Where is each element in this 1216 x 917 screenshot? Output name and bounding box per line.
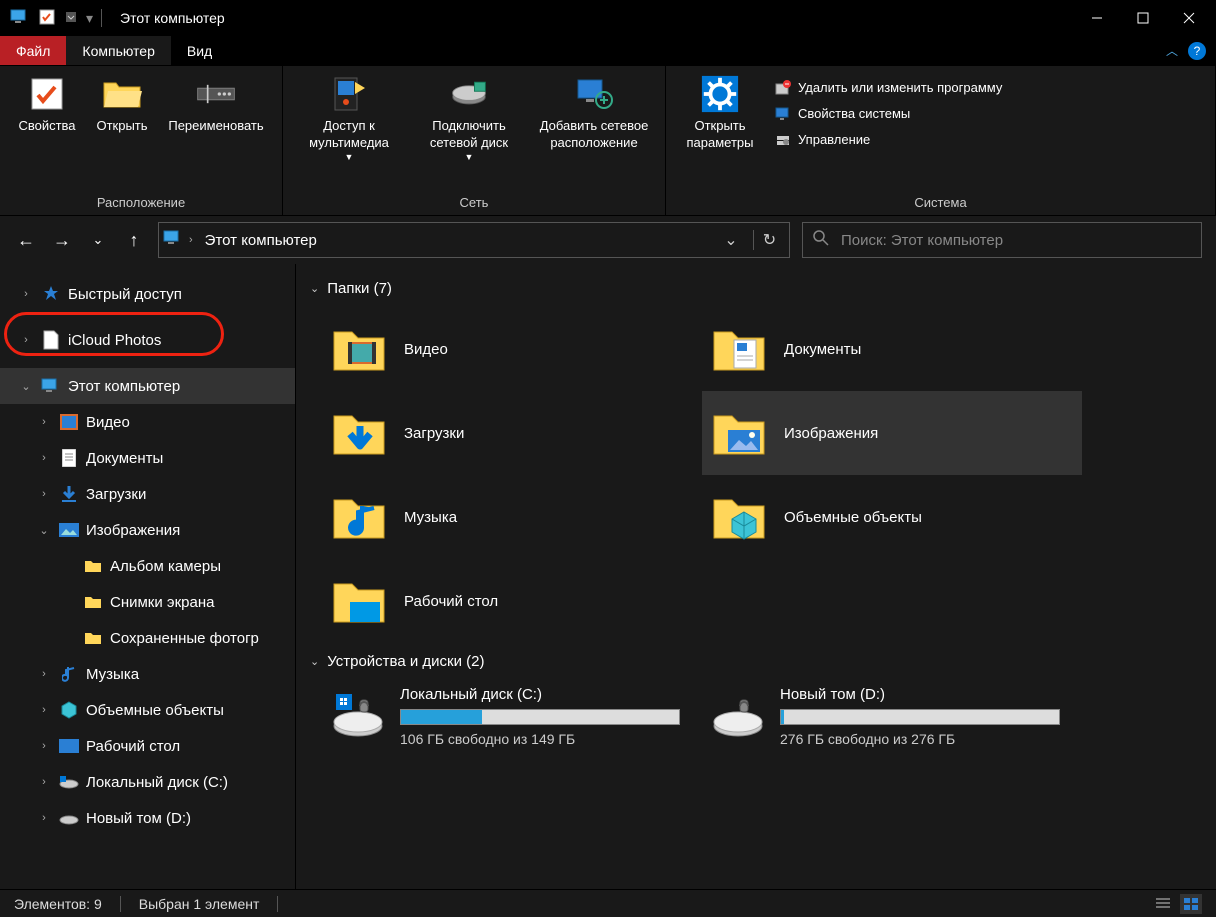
view-large-icons-icon[interactable] bbox=[1180, 894, 1202, 914]
back-button[interactable]: ← bbox=[14, 224, 38, 256]
folder-icon bbox=[82, 627, 104, 649]
status-selected: Выбран 1 элемент bbox=[139, 896, 260, 912]
media-access-button[interactable]: Доступ к мультимедиа▼ bbox=[289, 70, 409, 167]
section-drives[interactable]: ⌄ Устройства и диски (2) bbox=[302, 647, 1210, 676]
status-item-count: Элементов: 9 bbox=[14, 896, 102, 912]
music-icon bbox=[58, 663, 80, 685]
address-bar[interactable]: › Этот компьютер ⌄ ↻ bbox=[158, 222, 790, 258]
search-placeholder: Поиск: Этот компьютер bbox=[841, 232, 1003, 249]
document-icon bbox=[58, 447, 80, 469]
qat-dropdown-icon[interactable] bbox=[64, 10, 78, 27]
tree-3d-objects[interactable]: ›Объемные объекты bbox=[0, 692, 295, 728]
star-icon bbox=[40, 283, 62, 305]
group-system-label: Система bbox=[672, 192, 1209, 213]
view-details-icon[interactable] bbox=[1152, 894, 1174, 914]
open-settings-button[interactable]: Открыть параметры bbox=[672, 70, 768, 156]
drive-d-capacity-bar bbox=[780, 709, 1060, 725]
folder-3d-objects[interactable]: Объемные объекты bbox=[702, 475, 1082, 559]
tab-file[interactable]: Файл bbox=[0, 36, 66, 65]
tree-pictures[interactable]: ⌄Изображения bbox=[0, 512, 295, 548]
drive-d[interactable]: Новый том (D:) 276 ГБ свободно из 276 ГБ bbox=[702, 680, 1082, 753]
chevron-down-icon: ⌄ bbox=[310, 282, 319, 295]
tab-computer[interactable]: Компьютер bbox=[66, 36, 170, 65]
cube-icon bbox=[58, 699, 80, 721]
breadcrumb[interactable]: Этот компьютер bbox=[199, 228, 323, 253]
help-icon[interactable]: ? bbox=[1188, 42, 1206, 60]
drive-icon bbox=[58, 807, 80, 829]
tree-d-drive[interactable]: ›Новый том (D:) bbox=[0, 800, 295, 836]
up-button[interactable]: ↑ bbox=[122, 224, 146, 256]
drive-c-capacity-bar bbox=[400, 709, 680, 725]
tab-view[interactable]: Вид bbox=[171, 36, 228, 65]
map-drive-button[interactable]: Подключить сетевой диск▼ bbox=[409, 70, 529, 167]
properties-button[interactable]: Свойства bbox=[6, 70, 88, 139]
open-button[interactable]: Открыть bbox=[88, 70, 156, 139]
tree-screenshots[interactable]: Снимки экрана bbox=[0, 584, 295, 620]
desktop-icon bbox=[58, 735, 80, 757]
folder-downloads[interactable]: Загрузки bbox=[322, 391, 702, 475]
pc-icon bbox=[40, 375, 62, 397]
navigation-tree[interactable]: › Быстрый доступ › iCloud Photos ⌄ Этот … bbox=[0, 264, 296, 889]
tree-this-pc[interactable]: ⌄ Этот компьютер bbox=[0, 368, 295, 404]
rename-button[interactable]: Переименовать bbox=[156, 70, 276, 139]
navigation-bar: ← → ⌄ ↑ › Этот компьютер ⌄ ↻ Поиск: Этот… bbox=[0, 216, 1216, 264]
address-dropdown-icon[interactable]: ⌄ bbox=[715, 230, 747, 250]
folder-icon bbox=[82, 591, 104, 613]
file-icon bbox=[40, 329, 62, 351]
add-network-location-button[interactable]: Добавить сетевое расположение bbox=[529, 70, 659, 156]
search-icon bbox=[813, 230, 829, 250]
close-button[interactable] bbox=[1166, 2, 1212, 34]
group-network-label: Сеть bbox=[289, 192, 659, 213]
folder-pictures[interactable]: Изображения bbox=[702, 391, 1082, 475]
tree-downloads[interactable]: ›Загрузки bbox=[0, 476, 295, 512]
pictures-icon bbox=[58, 519, 80, 541]
folder-documents[interactable]: Документы bbox=[702, 307, 1082, 391]
folder-music[interactable]: Музыка bbox=[322, 475, 702, 559]
pc-icon bbox=[163, 230, 183, 251]
video-icon bbox=[58, 411, 80, 433]
maximize-button[interactable] bbox=[1120, 2, 1166, 34]
tree-quick-access[interactable]: › Быстрый доступ bbox=[0, 276, 295, 312]
title-bar: ▾ Этот компьютер bbox=[0, 0, 1216, 36]
drive-icon bbox=[58, 771, 80, 793]
folder-desktop[interactable]: Рабочий стол bbox=[322, 559, 702, 643]
tree-music[interactable]: ›Музыка bbox=[0, 656, 295, 692]
tree-saved-pictures[interactable]: Сохраненные фотогр bbox=[0, 620, 295, 656]
search-input[interactable]: Поиск: Этот компьютер bbox=[802, 222, 1202, 258]
tree-camera-roll[interactable]: Альбом камеры bbox=[0, 548, 295, 584]
system-properties-button[interactable]: Свойства системы bbox=[768, 102, 1008, 126]
manage-button[interactable]: Управление bbox=[768, 128, 1008, 152]
chevron-down-icon: ⌄ bbox=[310, 655, 319, 668]
recent-dropdown[interactable]: ⌄ bbox=[86, 224, 110, 256]
pc-icon bbox=[10, 9, 30, 28]
group-location-label: Расположение bbox=[6, 192, 276, 213]
status-bar: Элементов: 9 Выбран 1 элемент bbox=[0, 889, 1216, 917]
qat-properties-icon[interactable] bbox=[38, 8, 56, 29]
content-pane[interactable]: ⌄ Папки (7) Видео Документы Загрузки Изо… bbox=[296, 264, 1216, 889]
window-title: Этот компьютер bbox=[120, 10, 225, 26]
tree-videos[interactable]: ›Видео bbox=[0, 404, 295, 440]
folder-videos[interactable]: Видео bbox=[322, 307, 702, 391]
minimize-button[interactable] bbox=[1074, 2, 1120, 34]
chevron-right-icon[interactable]: › bbox=[189, 234, 193, 246]
ribbon-tabs: Файл Компьютер Вид ︿ ? bbox=[0, 36, 1216, 66]
refresh-icon[interactable]: ↻ bbox=[753, 230, 785, 250]
uninstall-button[interactable]: Удалить или изменить программу bbox=[768, 76, 1008, 100]
tree-icloud-photos[interactable]: › iCloud Photos bbox=[0, 322, 295, 358]
tree-desktop[interactable]: ›Рабочий стол bbox=[0, 728, 295, 764]
folder-icon bbox=[82, 555, 104, 577]
forward-button[interactable]: → bbox=[50, 224, 74, 256]
tree-c-drive[interactable]: ›Локальный диск (C:) bbox=[0, 764, 295, 800]
ribbon: Свойства Открыть Переименовать Расположе… bbox=[0, 66, 1216, 216]
download-icon bbox=[58, 483, 80, 505]
tree-documents[interactable]: ›Документы bbox=[0, 440, 295, 476]
section-folders[interactable]: ⌄ Папки (7) bbox=[302, 274, 1210, 303]
ribbon-collapse-icon[interactable]: ︿ bbox=[1156, 36, 1188, 65]
drive-c[interactable]: Локальный диск (C:) 106 ГБ свободно из 1… bbox=[322, 680, 702, 753]
